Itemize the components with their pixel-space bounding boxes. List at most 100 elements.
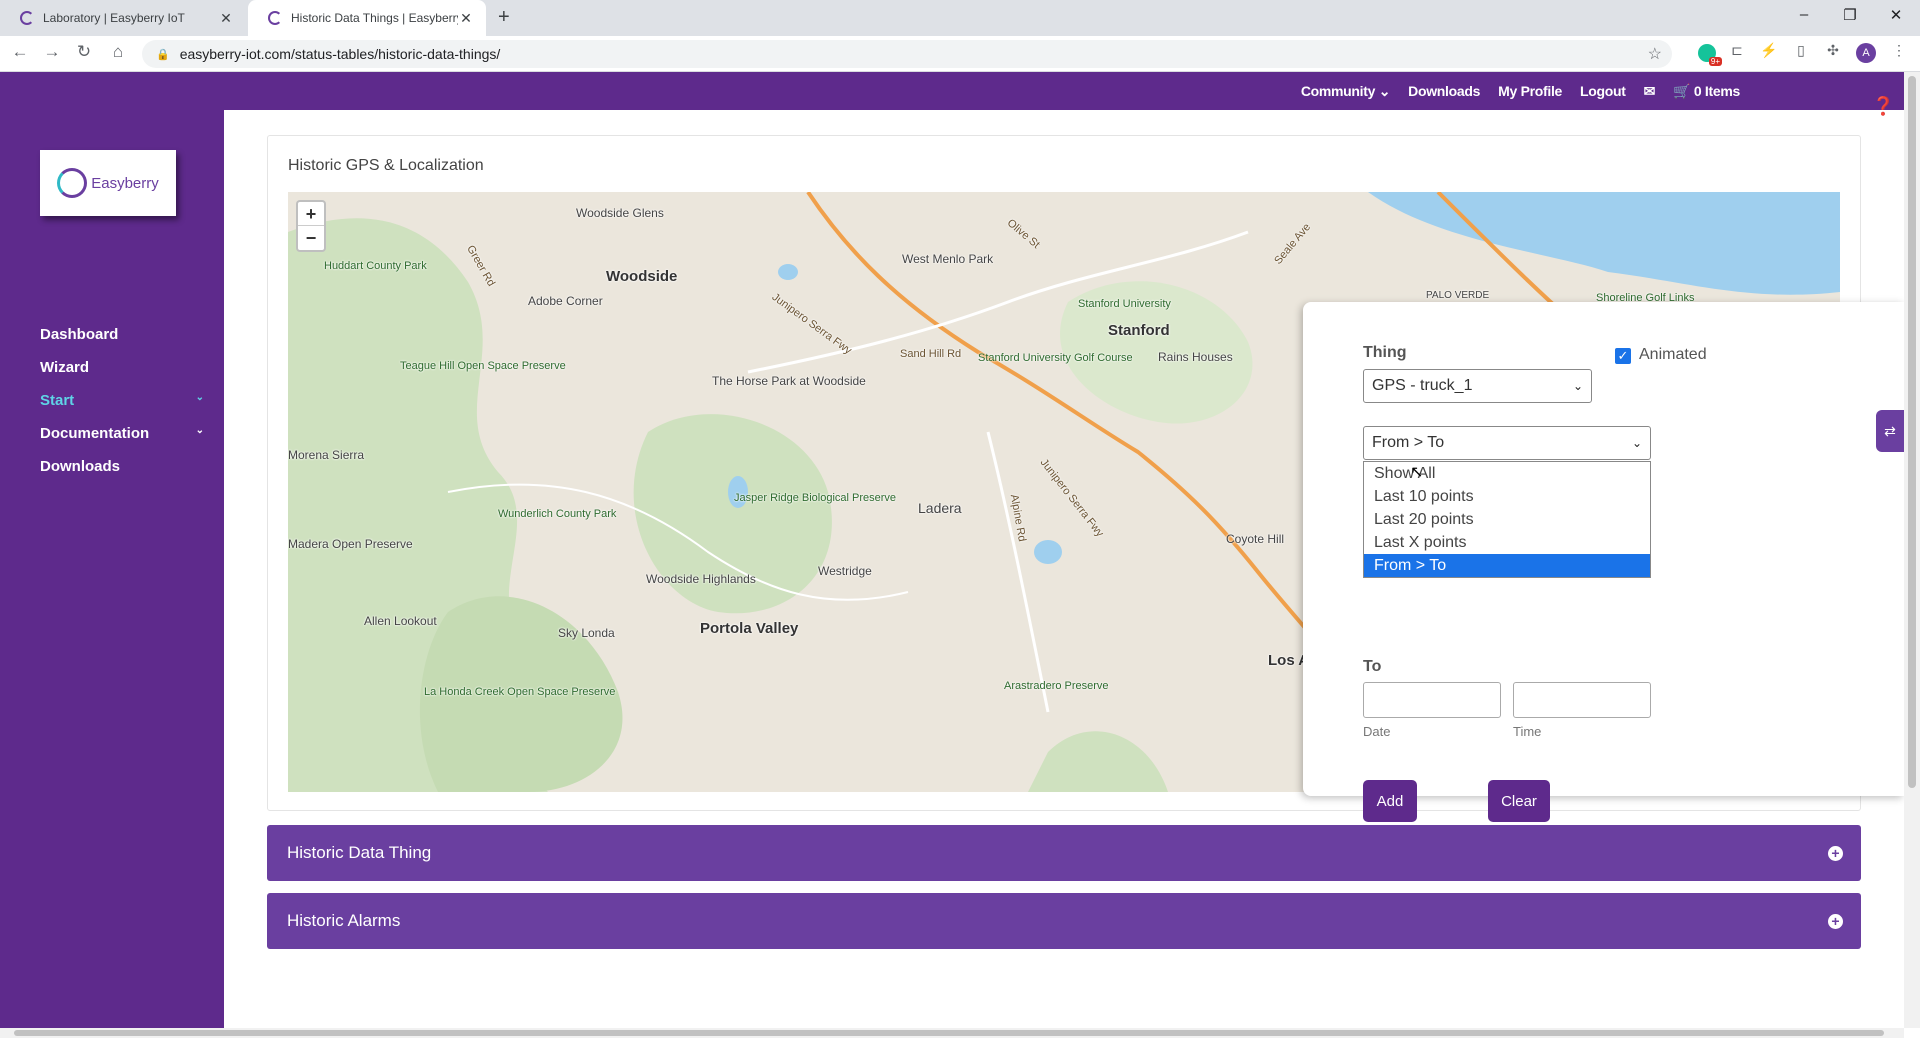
sidebar-item-documentation[interactable]: Documentation ⌄: [40, 425, 204, 442]
new-tab-icon[interactable]: +: [498, 6, 510, 29]
chevron-down-icon: ⌄: [1631, 436, 1642, 450]
map-label: Portola Valley: [700, 620, 799, 637]
nav-downloads[interactable]: Downloads: [1408, 83, 1480, 99]
to-date-input[interactable]: [1363, 682, 1501, 718]
option-last-10[interactable]: Last 10 points: [1364, 485, 1650, 508]
filter-panel: Thing GPS - truck_1 ⌄ ✓ Animated From > …: [1303, 302, 1904, 822]
horizontal-scrollbar[interactable]: [0, 1028, 1904, 1038]
date-label: Date: [1363, 724, 1391, 739]
map-label: The Horse Park at Woodside: [712, 374, 866, 388]
browser-tab-historic-data[interactable]: Historic Data Things | Easyberry ✕: [248, 0, 486, 36]
sidebar-item-wizard[interactable]: Wizard: [40, 359, 204, 376]
logo-text: Easyberry: [91, 174, 159, 192]
range-select[interactable]: From > To ⌄: [1363, 426, 1651, 460]
extension-icon[interactable]: ⊏: [1726, 42, 1748, 59]
sidebar-item-start[interactable]: Start ⌄: [40, 392, 204, 409]
home-icon[interactable]: ⌂: [106, 42, 130, 62]
accordion-historic-data-thing[interactable]: Historic Data Thing +: [267, 825, 1861, 881]
logo-mark-icon: [57, 168, 88, 198]
browser-tab-laboratory[interactable]: Laboratory | Easyberry IoT ✕: [0, 0, 246, 36]
map-label: Stanford University Golf Course: [978, 352, 1133, 364]
easyberry-logo[interactable]: Easyberry: [40, 150, 176, 216]
panel-toggle-tab[interactable]: ⇄: [1876, 410, 1904, 452]
to-time-input[interactable]: [1513, 682, 1651, 718]
nav-cart[interactable]: 🛒 0 Items: [1673, 83, 1740, 100]
time-label: Time: [1513, 724, 1542, 739]
profile-avatar[interactable]: A: [1856, 43, 1876, 63]
chevron-down-icon: ⌄: [1572, 379, 1583, 393]
option-show-all[interactable]: Show All: [1364, 462, 1650, 485]
scrollbar-thumb[interactable]: [14, 1030, 1884, 1036]
close-window-icon[interactable]: ✕: [1876, 6, 1916, 24]
puzzle-extensions-icon[interactable]: ✣: [1822, 42, 1844, 59]
sidebar-item-label: Downloads: [40, 458, 121, 475]
sidebar-item-label: Documentation: [40, 425, 150, 442]
card-title: Historic GPS & Localization: [288, 157, 484, 174]
bookmark-star-icon[interactable]: ☆: [1648, 44, 1662, 64]
option-from-to[interactable]: From > To: [1364, 554, 1650, 577]
easyberry-favicon-icon: [268, 11, 282, 25]
add-button[interactable]: Add: [1363, 780, 1417, 822]
back-icon[interactable]: ←: [8, 42, 32, 62]
map-label: PALO VERDE: [1426, 290, 1490, 301]
chevron-down-icon: ⌄: [195, 392, 204, 403]
sidebar-item-label: Wizard: [40, 359, 90, 376]
scrollbar-thumb[interactable]: [1908, 76, 1916, 788]
map-label: Adobe Corner: [528, 294, 603, 308]
clear-button[interactable]: Clear: [1488, 780, 1550, 822]
reload-icon[interactable]: ↻: [72, 42, 96, 62]
grammarly-extension-icon[interactable]: 9+: [1698, 44, 1722, 66]
map-label: Sky Londa: [558, 626, 615, 640]
map-label: Stanford University: [1078, 298, 1171, 310]
sidebar-item-dashboard[interactable]: Dashboard: [40, 326, 204, 343]
url-text: easyberry-iot.com/status-tables/historic…: [179, 46, 501, 62]
zoom-out-button[interactable]: −: [298, 226, 324, 250]
minimize-icon[interactable]: –: [1784, 6, 1824, 23]
map-label: Woodside: [606, 268, 678, 285]
map-label: Wunderlich County Park: [498, 508, 617, 520]
map-label: Stanford: [1108, 322, 1170, 339]
map-label: West Menlo Park: [902, 252, 994, 266]
tab-title: Historic Data Things | Easyberry: [291, 11, 458, 25]
nav-logout[interactable]: Logout: [1580, 83, 1626, 99]
map-label: Teague Hill Open Space Preserve: [400, 360, 566, 372]
chrome-menu-icon[interactable]: ⋮: [1888, 42, 1910, 59]
map-label: Arastradero Preserve: [1004, 680, 1109, 692]
animated-checkbox[interactable]: ✓: [1615, 348, 1631, 364]
option-last-x[interactable]: Last X points: [1364, 531, 1650, 554]
range-dropdown-list: Show All Last 10 points Last 20 points L…: [1363, 461, 1651, 578]
extension-placeholder-icon[interactable]: ▯: [1790, 42, 1812, 59]
chevron-down-icon: ⌄: [1378, 82, 1391, 99]
option-last-20[interactable]: Last 20 points: [1364, 508, 1650, 531]
swap-arrows-icon: ⇄: [1884, 423, 1896, 439]
map-label: Westridge: [818, 564, 872, 578]
accordion-title: Historic Alarms: [287, 911, 401, 930]
nav-community-label: Community: [1300, 82, 1376, 99]
mouse-cursor-icon: ↖: [1410, 464, 1424, 481]
sidebar-item-downloads[interactable]: Downloads: [40, 458, 204, 475]
address-bar[interactable]: 🔒 easyberry-iot.com/status-tables/histor…: [142, 40, 1672, 68]
close-tab-icon[interactable]: ✕: [218, 10, 234, 27]
map-label: Jasper Ridge Biological Preserve: [734, 492, 897, 504]
nav-community[interactable]: Community ⌄: [1300, 82, 1391, 100]
expand-plus-icon[interactable]: +: [1828, 846, 1843, 861]
cart-count: 0 Items: [1693, 82, 1740, 99]
chevron-down-icon: ⌄: [195, 425, 204, 436]
sidebar-item-label: Start: [40, 392, 75, 409]
help-question-icon[interactable]: ❓: [1872, 96, 1894, 117]
mail-icon[interactable]: ✉: [1644, 83, 1656, 100]
range-select-value: From > To: [1372, 434, 1445, 451]
forward-icon[interactable]: →: [40, 42, 64, 62]
expand-plus-icon[interactable]: +: [1828, 914, 1843, 929]
map-label: Ladera: [918, 500, 962, 516]
nav-my-profile[interactable]: My Profile: [1498, 83, 1562, 99]
map-label: Morena Sierra: [288, 448, 365, 462]
close-tab-icon[interactable]: ✕: [458, 10, 474, 27]
zoom-in-button[interactable]: +: [298, 202, 324, 226]
thing-select[interactable]: GPS - truck_1 ⌄: [1363, 369, 1592, 403]
accordion-historic-alarms[interactable]: Historic Alarms +: [267, 893, 1861, 949]
tab-title: Laboratory | Easyberry IoT: [43, 11, 185, 25]
restore-icon[interactable]: ❐: [1830, 6, 1870, 24]
lightning-extension-icon[interactable]: ⚡: [1758, 42, 1780, 59]
vertical-scrollbar[interactable]: [1904, 72, 1920, 1028]
